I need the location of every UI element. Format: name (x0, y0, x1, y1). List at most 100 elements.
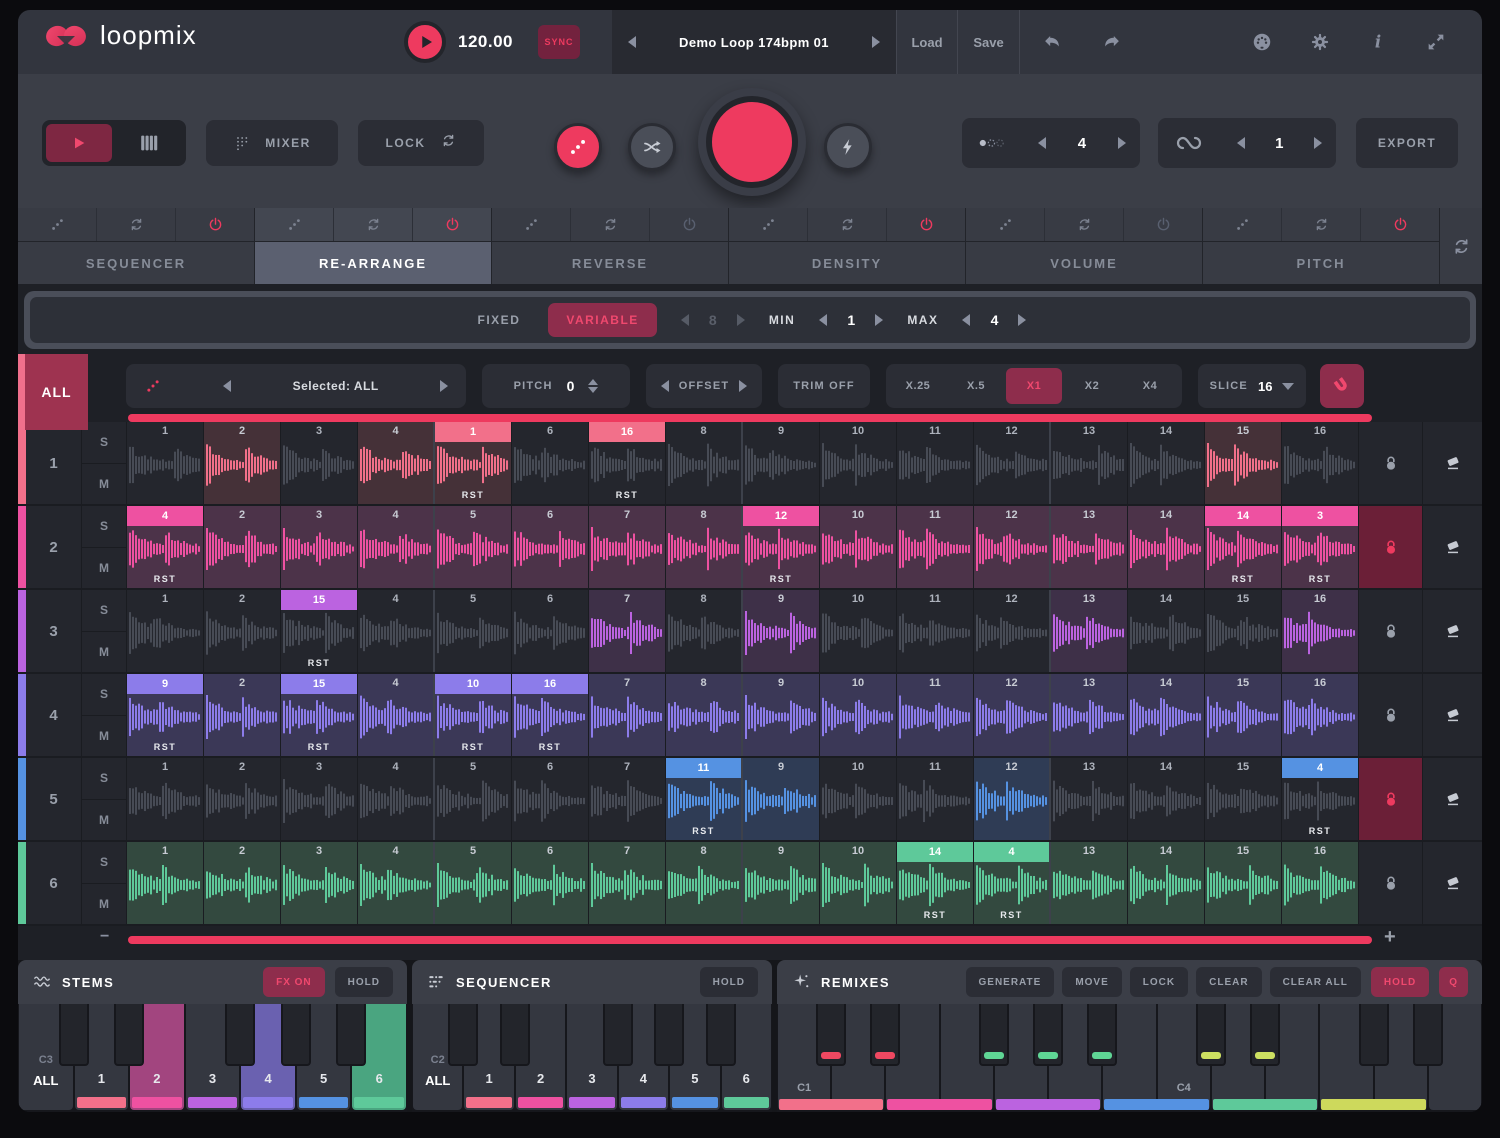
slice-cell[interactable]: 4 (358, 590, 435, 672)
remix-generate-button[interactable]: GENERATE (966, 967, 1055, 997)
slice-cell[interactable]: 13 (1051, 506, 1128, 588)
shuffle-button[interactable] (628, 123, 676, 171)
min-prev-icon[interactable] (819, 314, 827, 326)
slice-cell[interactable]: 9 (743, 590, 820, 672)
slice-cell[interactable]: 5 (435, 758, 512, 840)
black-key[interactable] (114, 1004, 144, 1066)
bpm-display[interactable]: 120.00 (458, 10, 513, 74)
selection-next-icon[interactable] (440, 380, 448, 392)
play-button[interactable] (404, 21, 446, 63)
slice-cell[interactable]: 12 (974, 422, 1051, 504)
pitch-spinner[interactable] (588, 379, 598, 393)
tab-reverse[interactable]: REVERSE (492, 208, 728, 284)
speed-x.5[interactable]: X.5 (948, 368, 1004, 404)
slice-cell[interactable]: 2 (204, 422, 281, 504)
tab-label[interactable]: REVERSE (492, 242, 728, 284)
fixed-mode-button[interactable]: FIXED (464, 313, 535, 327)
loop-next-icon[interactable] (1314, 137, 1322, 149)
tab-dice-icon[interactable] (729, 208, 807, 241)
solo-button[interactable]: S (82, 674, 126, 716)
slice-cell[interactable]: 16 (1282, 842, 1359, 924)
mute-button[interactable]: M (82, 716, 126, 757)
slice-cell[interactable]: 9RST (127, 674, 204, 756)
remix-clear-all-button[interactable]: CLEAR ALL (1270, 967, 1361, 997)
load-button[interactable]: Load (896, 10, 958, 74)
tab-dice-icon[interactable] (1203, 208, 1281, 241)
slice-cell[interactable]: 2 (204, 674, 281, 756)
slice-cell[interactable]: 4RST (1282, 758, 1359, 840)
slice-cell[interactable]: 7 (589, 842, 666, 924)
slice-cell[interactable]: 16 (1282, 590, 1359, 672)
slice-cell[interactable]: 3 (281, 842, 358, 924)
playhead-bar-top[interactable] (128, 414, 1372, 422)
resize-button[interactable] (1414, 10, 1458, 74)
slice-cell[interactable]: 10 (820, 842, 897, 924)
slice-cell[interactable]: 9 (743, 842, 820, 924)
slice-cell[interactable]: 7 (589, 590, 666, 672)
remix-q-button[interactable]: Q (1439, 967, 1468, 997)
slice-cell[interactable]: 1 (127, 422, 204, 504)
slice-cell[interactable]: 4 (358, 842, 435, 924)
speed-x.25[interactable]: X.25 (890, 368, 946, 404)
pitch-value[interactable]: 0 (567, 378, 575, 394)
black-key[interactable] (281, 1004, 311, 1066)
tab-power-icon[interactable] (886, 208, 965, 241)
slice-cell[interactable]: 11 (897, 422, 974, 504)
selection-prev-icon[interactable] (223, 380, 231, 392)
slice-cell[interactable]: 11 (897, 674, 974, 756)
dice-button[interactable] (554, 123, 602, 171)
slice-cell[interactable]: 13 (1051, 422, 1128, 504)
speed-x2[interactable]: X2 (1064, 368, 1120, 404)
global-lock-button[interactable]: LOCK (358, 120, 484, 166)
slice-cell[interactable]: 1RST (435, 422, 512, 504)
remix-black-key[interactable] (816, 1004, 846, 1066)
track-erase-button[interactable] (1423, 506, 1482, 588)
solo-button[interactable]: S (82, 842, 126, 884)
slice-cell[interactable]: 14RST (897, 842, 974, 924)
remix-black-key[interactable] (870, 1004, 900, 1066)
redo-button[interactable] (1090, 10, 1134, 74)
tab-dice-icon[interactable] (255, 208, 333, 241)
track-lock-button[interactable] (1359, 842, 1423, 924)
mute-button[interactable]: M (82, 548, 126, 589)
slice-cell[interactable]: 15 (1205, 422, 1282, 504)
tab-pitch[interactable]: PITCH (1203, 208, 1439, 284)
slice-cell[interactable]: 15RST (281, 674, 358, 756)
tab-power-icon[interactable] (1123, 208, 1202, 241)
offset-left-icon[interactable] (661, 380, 669, 392)
black-key[interactable] (336, 1004, 366, 1066)
tab-density[interactable]: DENSITY (729, 208, 965, 284)
tab-label[interactable]: SEQUENCER (18, 242, 254, 284)
track-erase-button[interactable] (1423, 590, 1482, 672)
solo-button[interactable]: S (82, 422, 126, 464)
slice-cell[interactable]: 8 (666, 842, 743, 924)
sequencer-hold-button[interactable]: HOLD (700, 967, 758, 997)
slice-cell[interactable]: 12 (974, 674, 1051, 756)
remix-black-key[interactable] (1359, 1004, 1389, 1066)
slice-cell[interactable]: 4RST (127, 506, 204, 588)
preset-next-icon[interactable] (872, 36, 880, 48)
slice-cell[interactable]: 3 (281, 506, 358, 588)
slice-cell[interactable]: 1 (127, 758, 204, 840)
slice-cell[interactable]: 15 (1205, 590, 1282, 672)
slice-cell[interactable]: 4 (358, 422, 435, 504)
slice-cell[interactable]: 7 (589, 758, 666, 840)
slice-cell[interactable]: 3RST (1282, 506, 1359, 588)
black-key[interactable] (654, 1004, 684, 1066)
max-prev-icon[interactable] (962, 314, 970, 326)
settings-button[interactable] (1298, 10, 1342, 74)
remix-hold-button[interactable]: HOLD (1371, 967, 1429, 997)
select-all-button[interactable]: ALL (18, 354, 88, 430)
tab-refresh-icon[interactable] (570, 208, 649, 241)
slice-cell[interactable]: 4 (358, 758, 435, 840)
toggle-play-mode[interactable] (46, 124, 112, 162)
tab-refresh-icon[interactable] (1044, 208, 1123, 241)
slice-cell[interactable]: 14 (1128, 842, 1205, 924)
slice-cell[interactable]: 11 (897, 758, 974, 840)
tab-refresh-icon[interactable] (333, 208, 412, 241)
black-key[interactable] (603, 1004, 633, 1066)
tab-refresh-icon[interactable] (807, 208, 886, 241)
slice-cell[interactable]: 5 (435, 842, 512, 924)
remix-black-key[interactable] (1033, 1004, 1063, 1066)
mute-button[interactable]: M (82, 632, 126, 673)
